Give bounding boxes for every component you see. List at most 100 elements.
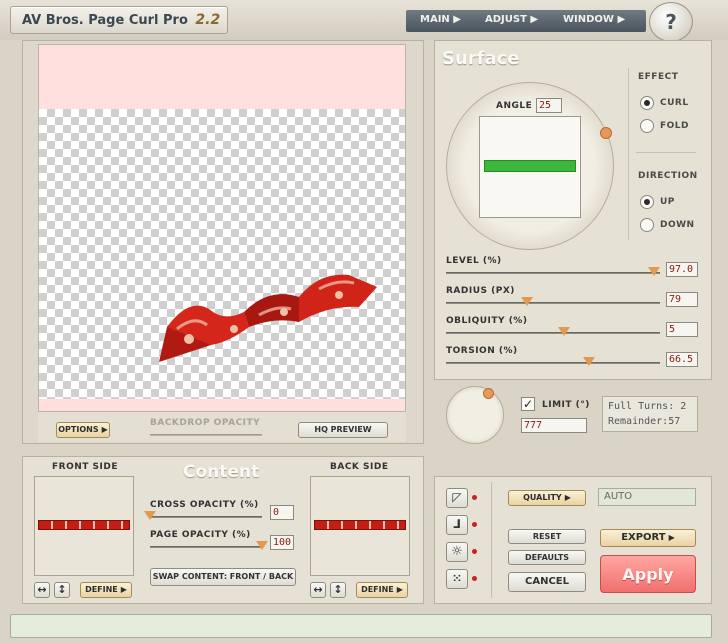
front-define-button[interactable]: DEFINE ▶ [80,582,132,598]
surface-slider-track[interactable] [446,332,660,334]
axis-indicator-icon [472,522,477,527]
surface-slider-label: OBLIQUITY (%) [446,316,528,326]
turns-box: Full Turns: 2 Remainder:57 [602,396,698,432]
surface-slider-input[interactable]: 5 [666,322,698,337]
grid-tool-button[interactable]: ⁙ [446,569,468,589]
lighting-indicator-icon [472,549,477,554]
menu-adjust-arrow-icon: ▶ [530,14,539,25]
swap-content-button[interactable]: SWAP CONTENT: FRONT / BACK [150,568,296,586]
dots-grid-icon: ⁙ [452,572,462,585]
direction-down-radio[interactable] [640,218,654,232]
effect-title: EFFECT [638,72,679,82]
full-turns-text: Full Turns: 2 [608,401,687,412]
quality-value-field: AUTO [598,488,696,506]
surface-slider-thumb[interactable] [583,357,596,366]
apply-label: Apply [622,564,674,584]
front-side-label: FRONT SIDE [52,462,118,472]
lighting-tool-button[interactable]: ☼ [446,542,468,562]
page-opacity-label: PAGE OPACITY (%) [150,530,251,540]
limit-dial-knob[interactable] [483,388,494,399]
defaults-button[interactable]: DEFAULTS [508,550,586,565]
menu-window-label: WINDOW [563,14,614,25]
cross-opacity-thumb[interactable] [144,511,156,520]
surface-slider-thumb[interactable] [557,327,570,336]
effect-fold-label[interactable]: FOLD [660,121,689,131]
surface-slider-track[interactable] [446,302,660,304]
surface-slider-input[interactable]: 79 [666,292,698,307]
surface-slider-track[interactable] [446,362,660,364]
effect-divider [636,152,696,153]
direction-up-label[interactable]: UP [660,197,675,207]
direction-up-radio[interactable] [640,195,654,209]
front-define-arrow-icon: ▶ [120,585,127,594]
limit-label: LIMIT (°) [542,400,590,410]
app-title: AV Bros. Page Curl Pro 2.2 [22,12,220,28]
options-arrow-icon: ▶ [101,425,108,434]
axis-icon: ⅃ [453,517,461,531]
surface-slider-label: RADIUS (PX) [446,286,515,296]
menu-adjust[interactable]: ADJUST ▶ [485,14,538,25]
effect-fold-radio[interactable] [640,119,654,133]
menu-main[interactable]: MAIN ▶ [420,14,461,25]
options-button[interactable]: OPTIONS ▶ [56,422,110,438]
surface-slider-track[interactable] [446,272,660,274]
limit-input[interactable]: 777 [521,418,587,433]
content-title: Content [183,462,260,482]
back-define-label: DEFINE [361,585,394,594]
page-opacity-input[interactable]: 100 [270,535,294,550]
surface-slider-label: TORSION (%) [446,346,518,356]
cross-opacity-input[interactable]: 0 [270,505,294,520]
quality-arrow-icon: ▶ [564,493,571,502]
menu-main-label: MAIN [420,14,450,25]
angle-dial-knob[interactable] [600,127,612,139]
back-flip-v-button[interactable]: ↕ [330,582,346,598]
angle-input[interactable]: 25 [536,98,562,113]
backdrop-opacity-label: BACKDROP OPACITY [150,418,261,428]
cross-opacity-slider[interactable] [150,516,262,518]
page-opacity-thumb[interactable] [256,541,268,550]
menu-adjust-label: ADJUST [485,14,527,25]
help-button[interactable]: ? [649,2,693,42]
limit-checkbox[interactable]: ✓ [521,397,535,411]
preview-canvas[interactable] [38,44,406,412]
front-flip-v-button[interactable]: ↕ [54,582,70,598]
front-side-ribbon [38,520,130,530]
radio-selected-dot [644,100,650,106]
angle-label: ANGLE [496,101,533,111]
effect-curl-label[interactable]: CURL [660,98,689,108]
surface-slider-input[interactable]: 66.5 [666,352,698,367]
help-icon: ? [665,10,677,34]
page-opacity-slider[interactable] [150,546,262,548]
back-flip-h-button[interactable]: ↔ [310,582,326,598]
back-side-ribbon [314,520,406,530]
surface-slider-thumb[interactable] [647,267,660,276]
surface-slider-thumb[interactable] [521,297,534,306]
menu-main-arrow-icon: ▶ [453,14,461,25]
check-icon: ✓ [522,397,534,411]
limit-dial[interactable] [446,386,504,444]
backdrop-opacity-slider[interactable] [150,434,262,436]
back-define-button[interactable]: DEFINE ▶ [356,582,408,598]
grid-indicator-icon [472,576,477,581]
surface-slider-input[interactable]: 97.0 [666,262,698,277]
export-arrow-icon: ▶ [668,533,675,542]
curled-ribbon [159,274,377,362]
direction-down-label[interactable]: DOWN [660,220,695,230]
curl-shape-tool-button[interactable]: ◸ [446,488,468,508]
menu-window-arrow-icon: ▶ [617,14,626,25]
quality-label: QUALITY [523,493,562,502]
hq-preview-button[interactable]: HQ PREVIEW [298,422,388,438]
back-side-label: BACK SIDE [330,462,389,472]
effect-curl-radio[interactable] [640,96,654,110]
page-corner-icon: ◸ [452,490,462,504]
export-button[interactable]: EXPORT ▶ [600,529,696,547]
menu-window[interactable]: WINDOW ▶ [563,14,625,25]
sun-icon: ☼ [451,544,463,559]
front-flip-h-button[interactable]: ↔ [34,582,50,598]
axis-tool-button[interactable]: ⅃ [446,515,468,535]
cancel-button[interactable]: CANCEL [508,572,586,592]
reset-button[interactable]: RESET [508,529,586,544]
quality-button[interactable]: QUALITY ▶ [508,490,586,506]
app-version: 2.2 [195,12,221,28]
apply-button[interactable]: Apply [600,555,696,593]
